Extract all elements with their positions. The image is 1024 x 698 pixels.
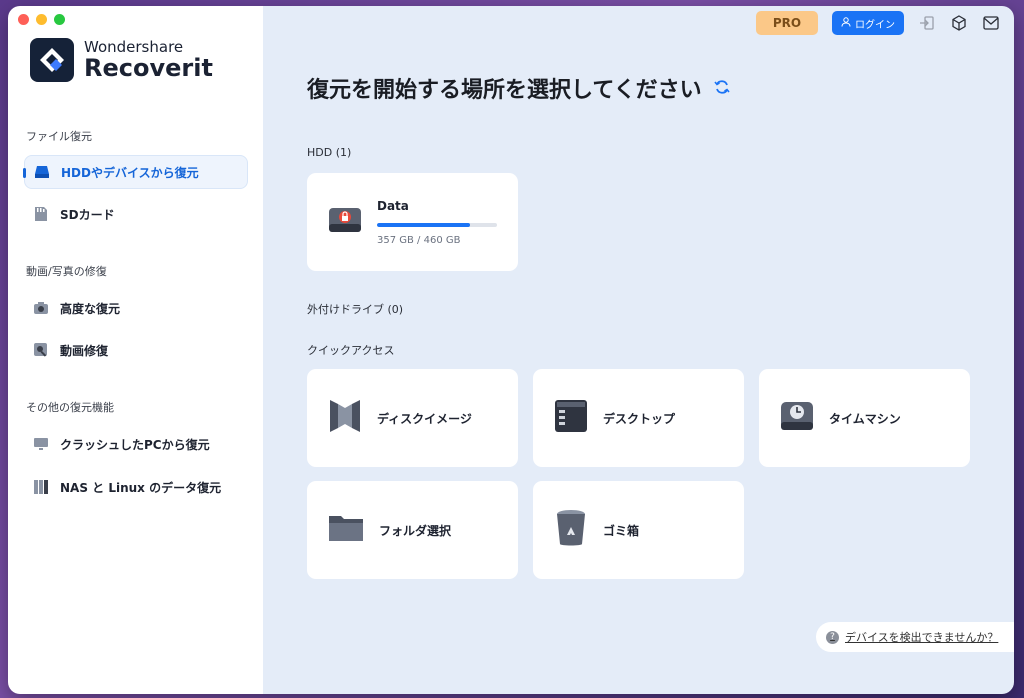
- sidebar-item-label: SDカード: [60, 207, 115, 222]
- sidebar-item-sd-card[interactable]: SDカード: [24, 197, 248, 231]
- hdd-icon: [33, 163, 51, 181]
- sign-in-icon[interactable]: [918, 14, 936, 32]
- drive-usage-fill: [377, 222, 471, 227]
- close-window-button[interactable]: [18, 14, 29, 25]
- time-machine-icon: [779, 398, 815, 438]
- locked-drive-icon: [327, 202, 363, 242]
- sidebar-item-label: 高度な復元: [60, 301, 121, 316]
- main-content: PRO ログイン 復元を開始する場所を選択してください HDD (1) Data…: [263, 6, 1014, 694]
- help-icon: ?: [826, 630, 839, 644]
- sidebar-item-label: HDDやデバイスから復元: [61, 165, 199, 180]
- video-repair-icon: [32, 341, 50, 359]
- mail-icon[interactable]: [982, 14, 1000, 32]
- brand-name-line2: Recoverit: [84, 54, 213, 82]
- camera-icon: [32, 299, 50, 317]
- quick-item-label: タイムマシン: [829, 411, 901, 426]
- page-title: 復元を開始する場所を選択してください: [307, 72, 730, 104]
- pro-button[interactable]: PRO: [756, 11, 818, 35]
- minimize-window-button[interactable]: [36, 14, 47, 25]
- trash-icon: [553, 508, 589, 552]
- quick-item-desktop[interactable]: デスクトップ: [533, 369, 744, 467]
- brand-name-line1: Wondershare: [84, 38, 184, 56]
- quick-item-disk-image[interactable]: ディスクイメージ: [307, 369, 518, 467]
- sidebar-item-crashed-pc[interactable]: クラッシュしたPCから復元: [24, 427, 248, 461]
- top-toolbar: PRO ログイン: [756, 11, 1000, 35]
- help-link-text: デバイスを検出できませんか？: [845, 631, 999, 644]
- quick-item-trash[interactable]: ゴミ箱: [533, 481, 744, 579]
- refresh-icon[interactable]: [714, 76, 730, 101]
- monitor-icon: [32, 435, 50, 453]
- brand: Wondershare Recoverit: [30, 38, 213, 82]
- sd-card-icon: [32, 205, 50, 223]
- desktop-icon: [553, 398, 589, 438]
- login-label: ログイン: [855, 19, 895, 31]
- sidebar-item-hdd[interactable]: HDDやデバイスから復元: [23, 155, 248, 189]
- sidebar-item-nas-linux[interactable]: NAS と Linux のデータ復元: [24, 470, 248, 504]
- login-button[interactable]: ログイン: [832, 11, 904, 35]
- quick-item-select-folder[interactable]: フォルダ選択: [307, 481, 518, 579]
- external-drives-label: 外付けドライブ (0): [307, 303, 404, 316]
- quick-item-label: フォルダ選択: [379, 523, 452, 538]
- quick-item-label: ディスクイメージ: [377, 411, 472, 426]
- quick-access-label: クイックアクセス: [307, 344, 395, 357]
- disk-image-icon: [327, 398, 363, 438]
- section-title-video-photo-repair: 動画/写真の修復: [26, 265, 107, 278]
- cannot-detect-device-link[interactable]: ? デバイスを検出できませんか？: [816, 622, 1014, 652]
- sidebar-item-label: クラッシュしたPCから復元: [60, 437, 210, 452]
- sidebar-item-label: 動画修復: [60, 343, 109, 358]
- sidebar-item-video-repair[interactable]: 動画修復: [24, 333, 248, 367]
- sidebar: Wondershare Recoverit ファイル復元 HDDやデバイスから復…: [8, 6, 263, 694]
- section-title-other-features: その他の復元機能: [26, 401, 114, 414]
- nas-icon: [32, 478, 50, 496]
- hdd-group-label: HDD (1): [307, 146, 352, 159]
- cube-icon[interactable]: [950, 14, 968, 32]
- folder-icon: [327, 510, 365, 550]
- quick-item-label: デスクトップ: [603, 411, 676, 426]
- drive-card-data[interactable]: Data 357 GB / 460 GB: [307, 173, 518, 271]
- app-window: Wondershare Recoverit ファイル復元 HDDやデバイスから復…: [8, 6, 1014, 694]
- drive-usage-bar: [377, 222, 497, 227]
- sidebar-item-advanced-recovery[interactable]: 高度な復元: [24, 291, 248, 325]
- recoverit-logo: [30, 38, 74, 82]
- sidebar-item-label: NAS と Linux のデータ復元: [60, 480, 222, 495]
- quick-item-label: ゴミ箱: [603, 523, 640, 538]
- section-title-file-recovery: ファイル復元: [26, 130, 92, 143]
- window-controls: [18, 14, 65, 25]
- user-icon: [841, 16, 851, 30]
- page-title-text: 復元を開始する場所を選択してください: [307, 78, 702, 103]
- zoom-window-button[interactable]: [54, 14, 65, 25]
- drive-name: Data: [377, 198, 409, 213]
- quick-item-time-machine[interactable]: タイムマシン: [759, 369, 970, 467]
- drive-size: 357 GB / 460 GB: [377, 234, 461, 246]
- active-indicator: [23, 168, 26, 178]
